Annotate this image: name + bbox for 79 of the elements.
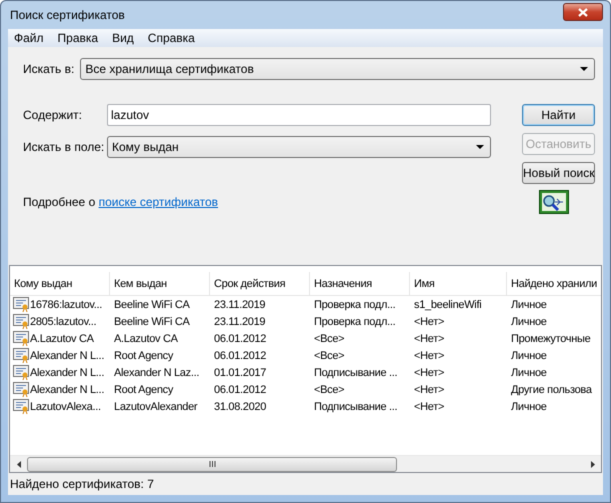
table-cell: Alexander N L... bbox=[30, 350, 104, 362]
table-cell-text: <Нет> bbox=[413, 316, 446, 328]
certificate-icon bbox=[13, 399, 29, 414]
table-cell-text: Личное bbox=[510, 350, 548, 362]
table-cell-text: Личное bbox=[510, 366, 548, 378]
column-header[interactable]: Срок действия bbox=[210, 272, 310, 296]
button[interactable]: Найти bbox=[522, 104, 595, 126]
scroll-right-icon bbox=[590, 460, 594, 468]
table-cell-text: 06.01.2012 bbox=[213, 332, 268, 344]
certificate-icon bbox=[13, 297, 29, 312]
field-dropdown[interactable]: Кому выдан bbox=[107, 136, 491, 158]
menu-item[interactable]: Вид bbox=[106, 31, 142, 45]
table-cell-text: Личное bbox=[510, 298, 548, 310]
table-cell-text: Другие пользова bbox=[510, 384, 593, 396]
column-header[interactable]: Назначения bbox=[310, 272, 410, 296]
store-dropdown[interactable]: Все хранилища сертификатов bbox=[80, 58, 595, 80]
table-cell-text: <Нет> bbox=[413, 332, 446, 344]
table-cell-text: Подписывание ... bbox=[313, 366, 398, 378]
table-cell-text: A.Lazutov CA bbox=[113, 332, 179, 344]
scroll-left-icon bbox=[16, 460, 20, 468]
table-cell-text: LazutovAlexander bbox=[113, 400, 198, 412]
field-label: Искать в: bbox=[23, 62, 74, 76]
table-cell-text: Проверка подл... bbox=[313, 316, 396, 328]
table-cell-text: Проверка подл... bbox=[313, 298, 396, 310]
column-header[interactable]: Найдено хранили bbox=[507, 272, 601, 296]
window-title: Поиск сертификатов bbox=[9, 8, 125, 22]
menu-item[interactable]: Правка bbox=[52, 31, 106, 45]
table-cell-text: Beeline WiFi CA bbox=[113, 298, 191, 310]
table-cell-text: <Нет> bbox=[413, 384, 446, 396]
certificate-icon bbox=[13, 382, 29, 397]
horizontal-scrollbar[interactable] bbox=[10, 455, 601, 472]
table-cell-text: Личное bbox=[510, 316, 548, 328]
table-cell: Alexander N L... bbox=[30, 384, 104, 396]
certificate-icon bbox=[13, 365, 29, 380]
table-cell-text: Alexander N Laz... bbox=[113, 366, 200, 378]
table-cell-text: Промежуточные bbox=[510, 332, 592, 344]
table-cell-text: 06.01.2012 bbox=[213, 384, 268, 396]
table-cell: Alexander N L... bbox=[30, 366, 104, 378]
table-cell-text: <Все> bbox=[313, 332, 346, 344]
certificate-search-icon bbox=[539, 190, 569, 214]
column-header[interactable]: Имя bbox=[410, 272, 507, 296]
table-cell-text: 23.11.2019 bbox=[213, 298, 266, 310]
close-icon bbox=[578, 8, 588, 16]
table-cell: 2805:lazutov... bbox=[30, 316, 96, 328]
table-cell-text: <Нет> bbox=[413, 350, 446, 362]
table-cell-text: Root Agency bbox=[113, 350, 174, 362]
grip-icon bbox=[208, 461, 216, 467]
search-field[interactable]: lazutov bbox=[107, 104, 491, 126]
table-cell-text: s1_beelineWifi bbox=[413, 298, 482, 310]
table-cell: A.Lazutov CA bbox=[30, 332, 94, 344]
field-label: Содержит: bbox=[23, 108, 83, 122]
table-cell: LazutovAlexa... bbox=[30, 400, 101, 412]
certificate-icon bbox=[13, 331, 29, 346]
menu-item[interactable]: Справка bbox=[142, 31, 203, 45]
table-cell-text: 23.11.2019 bbox=[213, 316, 266, 328]
close-button[interactable] bbox=[563, 3, 603, 21]
table-cell-text: 01.01.2017 bbox=[213, 366, 268, 378]
table-cell-text: <Все> bbox=[313, 384, 346, 396]
table-cell-text: Личное bbox=[510, 400, 548, 412]
info-text: Подробнее о поиске сертификатов bbox=[23, 195, 218, 209]
button[interactable]: Новый поиск bbox=[522, 162, 595, 184]
column-header[interactable]: Кем выдан bbox=[110, 272, 210, 296]
table-cell-text: 31.08.2020 bbox=[213, 400, 268, 412]
table-cell: 16786:lazutov... bbox=[30, 298, 102, 310]
column-header[interactable]: Кому выдан bbox=[10, 272, 110, 296]
table-cell-text: <Нет> bbox=[413, 400, 446, 412]
table-cell-text: Root Agency bbox=[113, 384, 174, 396]
dropdown-arrow-icon bbox=[580, 67, 588, 71]
certificate-icon bbox=[13, 348, 29, 363]
table-cell-text: Beeline WiFi CA bbox=[113, 316, 191, 328]
menu-item[interactable]: Файл bbox=[8, 31, 52, 45]
dropdown-arrow-icon bbox=[476, 145, 484, 149]
certificate-icon bbox=[13, 314, 29, 329]
table-cell-text: <Все> bbox=[313, 350, 346, 362]
table-cell-text: Подписывание ... bbox=[313, 400, 398, 412]
table-cell-text: 06.01.2012 bbox=[213, 350, 268, 362]
help-link[interactable]: поиске сертификатов bbox=[98, 195, 218, 209]
field-label: Искать в поле: bbox=[23, 140, 106, 154]
table-cell-text: <Нет> bbox=[413, 366, 446, 378]
